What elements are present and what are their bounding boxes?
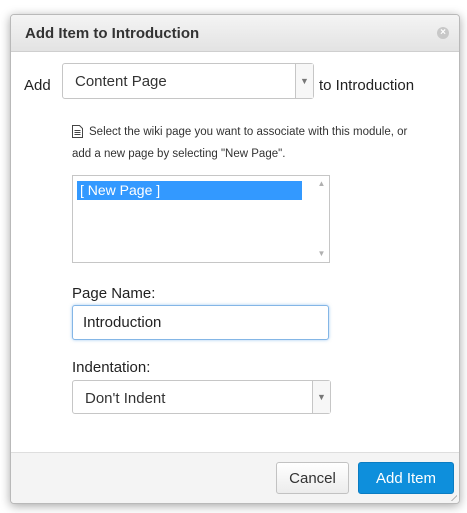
chevron-down-icon[interactable]: ▼ <box>314 248 329 260</box>
close-icon[interactable]: × <box>437 27 449 39</box>
add-label: Add <box>24 77 51 94</box>
item-type-value: Content Page <box>75 73 167 90</box>
indentation-label: Indentation: <box>72 359 151 376</box>
resize-grip-icon[interactable] <box>449 493 457 501</box>
indentation-value: Don't Indent <box>85 390 166 407</box>
add-row: Add Content Page ▼ to Introduction <box>11 63 459 99</box>
page-name-input[interactable] <box>72 305 329 340</box>
cancel-button[interactable]: Cancel <box>276 462 349 494</box>
chevron-down-icon[interactable]: ▼ <box>295 64 313 98</box>
hint-text: Select the wiki page you want to associa… <box>72 126 408 160</box>
dialog-title: Add Item to Introduction <box>25 25 200 42</box>
indentation-select[interactable]: Don't Indent ▼ <box>72 380 331 414</box>
wiki-page-listbox[interactable]: [ New Page ] ▲ ▼ <box>72 175 330 263</box>
hint-text-block: Select the wiki page you want to associa… <box>72 121 412 165</box>
dialog-footer: Cancel Add Item <box>11 452 459 503</box>
to-module-label: to Introduction <box>319 77 415 94</box>
document-icon <box>72 125 83 138</box>
chevron-down-icon[interactable]: ▼ <box>312 381 330 413</box>
list-item-new-page[interactable]: [ New Page ] <box>77 181 302 200</box>
add-item-button[interactable]: Add Item <box>358 462 454 494</box>
chevron-up-icon[interactable]: ▲ <box>314 178 329 190</box>
page-name-label: Page Name: <box>72 285 156 302</box>
item-type-select[interactable]: Content Page ▼ <box>62 63 314 99</box>
dialog-titlebar[interactable]: Add Item to Introduction × <box>11 15 459 52</box>
listbox-scrollbar[interactable]: ▲ ▼ <box>314 176 329 262</box>
add-item-dialog: Add Item to Introduction × Add Content P… <box>10 14 460 504</box>
